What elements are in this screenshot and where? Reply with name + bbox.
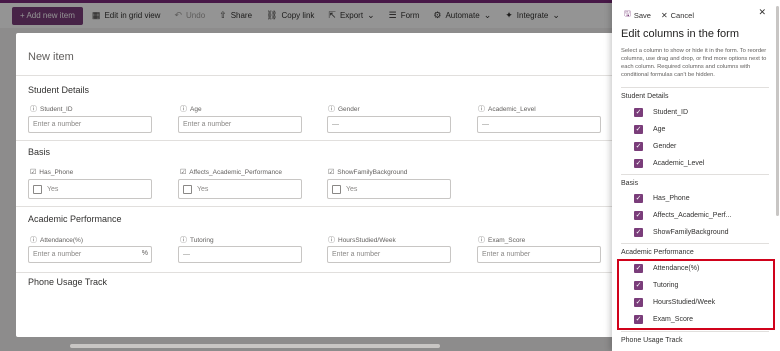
yes-no-icon: ☑ — [180, 169, 187, 176]
show-family-toggle[interactable]: Yes — [327, 179, 451, 199]
column-toggle-affects[interactable]: ✓ Affects_Academic_Perf... — [634, 211, 731, 220]
hours-label: ⓘ HoursStudied/Week — [328, 236, 396, 245]
divider — [621, 174, 769, 175]
attendance-label: ⓘ Attendance(%) — [30, 236, 83, 245]
academic-level-select[interactable]: — — [477, 116, 601, 133]
section-academic-performance: Academic Performance — [28, 214, 122, 224]
attendance-input[interactable]: Enter a number% — [28, 246, 152, 263]
academic-level-label: ⓘ Academic_Level — [478, 105, 536, 114]
checkbox[interactable]: ✓ — [634, 125, 643, 134]
save-icon: 🖫 — [624, 9, 631, 18]
number-icon: ⓘ — [30, 106, 37, 113]
cancel-icon: ✕ — [660, 10, 668, 20]
highlight-box — [617, 259, 775, 330]
column-toggle-show-family[interactable]: ✓ ShowFamilyBackground — [634, 228, 728, 237]
show-family-label: ☑ ShowFamilyBackground — [328, 168, 408, 177]
column-toggle-gender[interactable]: ✓ Gender — [634, 142, 676, 151]
number-icon: ⓘ — [328, 237, 335, 244]
has-phone-label: ☑ Has_Phone — [30, 168, 74, 177]
close-icon[interactable]: ✕ — [758, 7, 766, 18]
yes-no-icon: ☑ — [30, 169, 37, 176]
divider — [16, 75, 614, 76]
panel-title: Edit columns in the form — [621, 28, 739, 40]
horizontal-scrollbar[interactable] — [70, 344, 440, 348]
yes-no-icon: ☑ — [328, 169, 335, 176]
checkbox[interactable]: ✓ — [634, 194, 643, 203]
section-basis: Basis — [28, 147, 51, 157]
cancel-button[interactable]: ✕ Cancel — [661, 11, 694, 20]
tutoring-select[interactable]: — — [178, 246, 302, 263]
save-button[interactable]: 🖫 Save — [624, 8, 651, 22]
tutoring-label: ⓘ Tutoring — [180, 236, 214, 245]
form-title: New item — [28, 51, 74, 63]
gender-label: ⓘ Gender — [328, 105, 360, 114]
checkbox[interactable] — [33, 184, 42, 194]
column-toggle-academic-level[interactable]: ✓ Academic_Level — [634, 159, 704, 168]
panel-section-academic: Academic Performance — [621, 249, 694, 256]
affects-toggle[interactable]: Yes — [178, 179, 302, 199]
checkbox[interactable]: ✓ — [634, 159, 643, 168]
exam-score-label: ⓘ Exam_Score — [478, 236, 526, 245]
gender-select[interactable]: — — [327, 116, 451, 133]
percent-suffix: % — [141, 250, 148, 257]
exam-score-input[interactable]: Enter a number — [477, 246, 601, 263]
student-id-input[interactable]: Enter a number — [28, 116, 152, 133]
number-icon: ⓘ — [180, 106, 187, 113]
divider — [16, 272, 614, 273]
panel-description: Select a column to show or hide it in th… — [621, 48, 767, 78]
choice-icon: ⓘ — [328, 106, 335, 113]
panel-section-phone: Phone Usage Track — [621, 337, 683, 344]
number-icon: ⓘ — [478, 237, 485, 244]
checkbox[interactable] — [332, 184, 341, 194]
panel-scrollbar[interactable] — [776, 6, 779, 216]
column-toggle-age[interactable]: ✓ Age — [634, 125, 665, 134]
age-label: ⓘ Age — [180, 105, 202, 114]
column-toggle-student-id[interactable]: ✓ Student_ID — [634, 108, 688, 117]
affects-label: ☑ Affects_Academic_Performance — [180, 168, 283, 177]
checkbox[interactable]: ✓ — [634, 228, 643, 237]
new-item-form: New item Student Details ⓘ Student_ID Ent… — [16, 33, 614, 337]
choice-icon: ⓘ — [180, 237, 187, 244]
choice-icon: ⓘ — [478, 106, 485, 113]
checkbox[interactable]: ✓ — [634, 142, 643, 151]
column-toggle-has-phone[interactable]: ✓ Has_Phone — [634, 194, 690, 203]
panel-toolbar: 🖫 Save ✕ Cancel — [612, 6, 780, 24]
panel-section-basis: Basis — [621, 180, 639, 187]
checkbox[interactable]: ✓ — [634, 108, 643, 117]
divider — [16, 206, 614, 207]
hours-input[interactable]: Enter a number — [327, 246, 451, 263]
number-icon: ⓘ — [30, 237, 37, 244]
checkbox[interactable] — [183, 184, 192, 194]
student-id-label: ⓘ Student_ID — [30, 105, 73, 114]
divider — [16, 140, 614, 141]
divider — [621, 243, 769, 244]
age-input[interactable]: Enter a number — [178, 116, 302, 133]
panel-section-student: Student Details — [621, 93, 669, 100]
checkbox[interactable]: ✓ — [634, 211, 643, 220]
has-phone-toggle[interactable]: Yes — [28, 179, 152, 199]
divider — [621, 331, 769, 332]
section-student-details: Student Details — [28, 85, 90, 95]
section-phone-usage: Phone Usage Track — [28, 277, 108, 287]
divider — [621, 87, 769, 88]
